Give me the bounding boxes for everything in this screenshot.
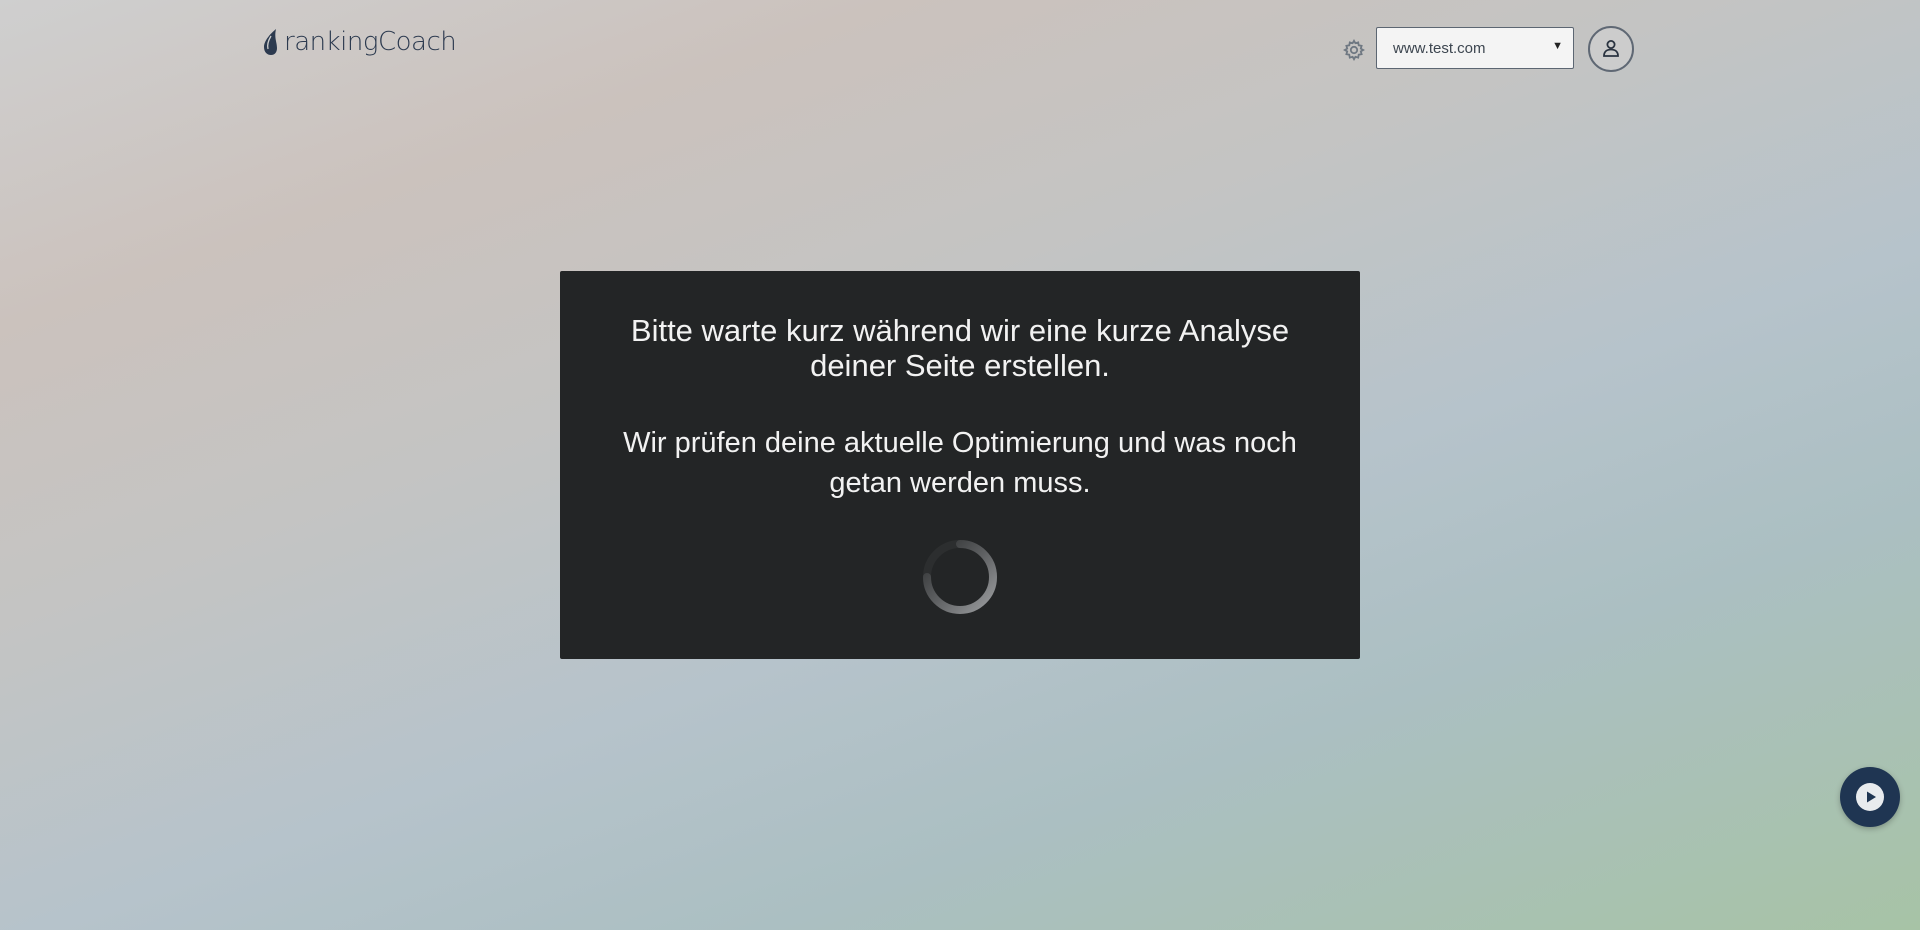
top-header: rankingCoach www.test.com ▼ (0, 0, 1920, 100)
settings-button[interactable] (1342, 38, 1366, 62)
website-select[interactable]: www.test.com ▼ (1376, 27, 1574, 69)
video-tutorial-button[interactable] (1840, 767, 1900, 827)
caret-down-icon: ▼ (1552, 40, 1563, 52)
rankingcoach-logo[interactable]: rankingCoach (262, 22, 457, 62)
loading-message-primary: Bitte warte kurz während wir eine kurze … (630, 313, 1290, 383)
website-select-value: www.test.com (1393, 40, 1486, 57)
user-icon (1603, 40, 1619, 57)
logo-text: rankingCoach (284, 27, 457, 57)
play-icon (1856, 783, 1884, 811)
analysis-loading-dialog: Bitte warte kurz während wir eine kurze … (560, 271, 1360, 659)
loading-spinner-icon (923, 540, 997, 614)
rankingcoach-drop-icon (264, 29, 277, 55)
gear-icon (1343, 39, 1365, 61)
user-account-button[interactable] (1588, 26, 1634, 72)
loading-message-secondary: Wir prüfen deine aktuelle Optimierung un… (623, 427, 1297, 499)
